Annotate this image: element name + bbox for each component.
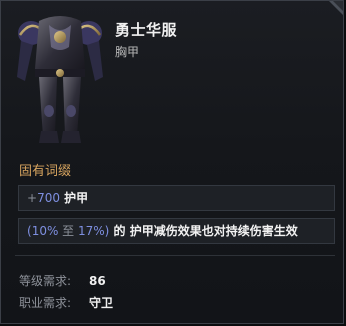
affix-armor: +700 护甲	[18, 185, 335, 211]
class-requirement-label: 职业需求:	[19, 296, 72, 310]
affix-range-max: 17%	[78, 224, 105, 238]
item-name: 勇士华服	[115, 21, 178, 39]
level-requirement: 等级需求: 86	[19, 272, 106, 289]
level-requirement-label: 等级需求:	[19, 274, 72, 288]
class-requirement-value: 守卫	[89, 296, 114, 310]
tooltip-header: 勇士华服 胸甲	[1, 1, 343, 147]
level-requirement-value: 86	[89, 274, 106, 288]
affix-range-to: 至	[58, 224, 78, 238]
affix-text: 的 护甲减伤效果也对持续伤害生效	[109, 224, 298, 238]
affix-prefix: +	[27, 191, 38, 205]
section-divider	[15, 255, 335, 256]
chest-armor-icon	[17, 16, 103, 143]
item-type: 胸甲	[115, 45, 140, 59]
affix-range-min: 10%	[31, 224, 59, 238]
innate-affixes-title: 固有词缀	[19, 164, 72, 179]
affix-stat: 护甲	[59, 191, 89, 205]
item-tooltip: 勇士华服 胸甲 固有词缀 +700 护甲 (10% 至 17%) 的 护甲减伤效…	[0, 0, 344, 324]
affix-value: 700	[37, 191, 60, 205]
class-requirement: 职业需求: 守卫	[19, 294, 113, 311]
affix-armor-dot-mitigation: (10% 至 17%) 的 护甲减伤效果也对持续伤害生效	[18, 218, 335, 244]
